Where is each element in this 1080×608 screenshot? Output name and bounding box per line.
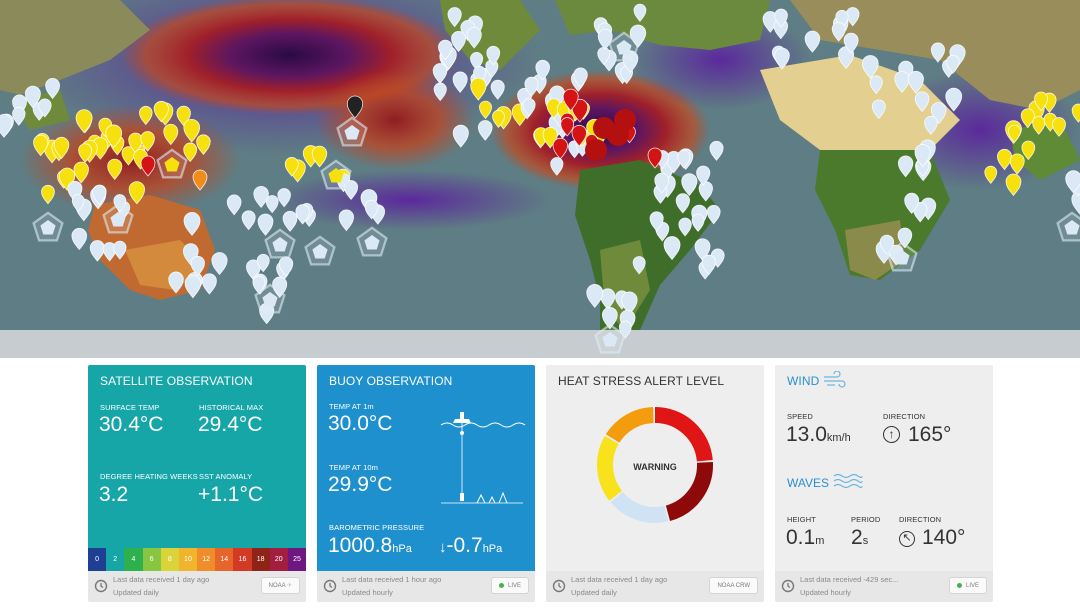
card-title: SATELLITE OBSERVATION — [100, 374, 253, 388]
temp-1m-value: 30.0°C — [328, 412, 393, 435]
card-footer: Last data received -429 sec... Updated h… — [775, 571, 993, 602]
buoy-diagram-icon — [440, 412, 526, 504]
wind-direction-label: DIRECTION — [883, 412, 926, 421]
source-chip[interactable]: NOAA ✈ — [260, 577, 300, 594]
live-chip[interactable]: LIVE — [948, 577, 987, 594]
alert-level-text: WARNING — [633, 462, 677, 472]
wave-height-label: HEIGHT — [787, 515, 816, 524]
scale-step-18: 18 — [251, 548, 270, 571]
scale-step-0: 0 — [88, 548, 107, 571]
waves-title: WAVES — [787, 476, 830, 490]
source-chip-label: NOAA — [268, 583, 286, 589]
update-frequency: Updated hourly — [342, 588, 393, 597]
gauge-segment-red — [654, 407, 713, 462]
scale-step-25: 25 — [287, 548, 306, 571]
gauge-segment-blue — [610, 491, 669, 523]
direction-arrow-icon: ↑ — [883, 426, 900, 443]
card-footer: Last data received 1 day ago Updated dai… — [546, 571, 764, 602]
heat-stress-card: HEAT STRESS ALERT LEVEL WARNING Last dat… — [546, 365, 764, 602]
history-clock-icon — [781, 579, 795, 593]
buoy-observation-card: BUOY OBSERVATION TEMP AT 1m 30.0°C TEMP … — [317, 365, 535, 602]
temp-1m-label: TEMP AT 1m — [329, 402, 374, 411]
wind-waves-card: WIND SPEED 13.0km/h DIRECTION ↑ 165° WAVE… — [775, 365, 993, 602]
sst-anomaly-value: +1.1°C — [198, 483, 264, 506]
scale-step-20: 20 — [269, 548, 288, 571]
scale-step-14: 14 — [215, 548, 234, 571]
update-frequency: Updated daily — [571, 588, 617, 597]
dhw-color-scale: 0 2 4 6 8 10 12 14 16 18 20 25 — [88, 548, 306, 571]
pressure-change: ↓-0.7hPa — [439, 534, 503, 557]
arrow-down-icon: ↓ — [439, 539, 447, 556]
wave-period-value: 2s — [851, 526, 869, 549]
historical-max-value: 29.4°C — [198, 413, 263, 436]
direction-arrow-icon: ↖ — [899, 531, 915, 547]
temp-10m-label: TEMP AT 10m — [329, 463, 379, 472]
wind-speed-label: SPEED — [787, 412, 813, 421]
waves-icon — [833, 473, 863, 489]
live-chip[interactable]: LIVE — [490, 577, 529, 594]
wave-height-value: 0.1m — [786, 526, 825, 549]
gauge-segment-orange — [605, 407, 654, 444]
update-frequency: Updated daily — [113, 588, 159, 597]
wave-period-label: PERIOD — [851, 515, 881, 524]
live-dot-icon — [498, 582, 504, 588]
history-clock-icon — [552, 579, 566, 593]
satellite-observation-card: SATELLITE OBSERVATION SURFACE TEMP 30.4°… — [88, 365, 306, 602]
live-dot-icon — [956, 582, 962, 588]
historical-max-label: HISTORICAL MAX — [199, 403, 264, 412]
last-received: Last data received -429 sec... — [800, 575, 899, 584]
world-map[interactable] — [0, 0, 1080, 358]
wave-direction-label: DIRECTION — [899, 515, 942, 524]
update-frequency: Updated hourly — [800, 588, 851, 597]
dhw-value: 3.2 — [99, 483, 129, 506]
scale-step-8: 8 — [160, 548, 179, 571]
last-received: Last data received 1 day ago — [571, 575, 668, 584]
wind-direction-value: ↑ 165° — [883, 423, 951, 447]
wind-speed-value: 13.0km/h — [786, 423, 851, 446]
dhw-label: DEGREE HEATING WEEKS — [100, 472, 198, 481]
scale-step-2: 2 — [106, 548, 125, 571]
card-title: HEAT STRESS ALERT LEVEL — [558, 374, 725, 388]
satellite-icon: ✈ — [286, 583, 292, 589]
scale-step-4: 4 — [124, 548, 143, 571]
scale-step-6: 6 — [142, 548, 161, 571]
scale-step-10: 10 — [178, 548, 198, 571]
scale-step-16: 16 — [233, 548, 252, 571]
wind-title: WIND — [787, 374, 820, 388]
card-footer: Last data received 1 day ago Updated dai… — [88, 571, 306, 602]
card-footer: Last data received 1 hour ago Updated ho… — [317, 571, 535, 602]
pressure-label: BAROMETRIC PRESSURE — [329, 523, 425, 532]
temp-10m-value: 29.9°C — [328, 473, 393, 496]
wind-icon — [824, 371, 846, 388]
sst-anomaly-label: SST ANOMALY — [199, 472, 253, 481]
card-title: BUOY OBSERVATION — [329, 374, 453, 388]
live-chip-label: LIVE — [965, 583, 979, 589]
last-received: Last data received 1 hour ago — [342, 575, 442, 584]
history-clock-icon — [323, 579, 337, 593]
live-chip-label: LIVE — [507, 583, 521, 589]
wave-direction-value: ↖ 140° — [899, 526, 965, 550]
last-received: Last data received 1 day ago — [113, 575, 210, 584]
surface-temp-label: SURFACE TEMP — [100, 403, 160, 412]
reef-cluster-bubble[interactable] — [614, 109, 636, 131]
source-chip[interactable]: NOAA CRW — [709, 577, 758, 594]
surface-temp-value: 30.4°C — [99, 413, 164, 436]
reef-cluster-bubble[interactable] — [585, 139, 607, 161]
pressure-value: 1000.8hPa — [328, 534, 412, 557]
scale-step-12: 12 — [197, 548, 216, 571]
history-clock-icon — [94, 579, 108, 593]
